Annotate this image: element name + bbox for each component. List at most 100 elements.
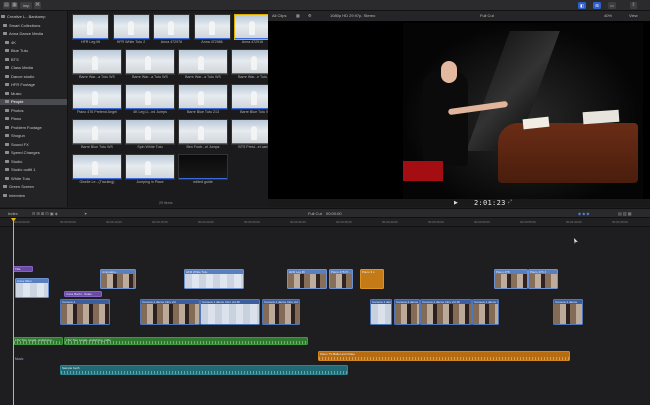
timeline-clip[interactable]: Camera 1 dance Intro: [472, 299, 499, 325]
clip-label: Anna 472986: [201, 40, 223, 44]
import-button[interactable]: Imp: [20, 2, 32, 9]
view-inspector-button[interactable]: ▭: [608, 2, 616, 9]
view-timeline-button[interactable]: ⊞: [593, 2, 601, 9]
filmstrip: [554, 304, 582, 324]
browser-clip[interactable]: Barre Blue Tutu WS: [72, 119, 122, 150]
timeline-clip[interactable]: Camera 1 dance Intro vid 4K: [420, 299, 472, 325]
clip-label: Barre War...a Tutu WS: [132, 75, 168, 79]
browser-clip[interactable]: Giselle Le...(Tracking): [72, 154, 122, 185]
timeline-clip[interactable]: Piano 476 Pr...: [329, 269, 353, 289]
timeline-ruler[interactable]: 00:00:00:00 00:00:05:00 00:00:10:00 00:00:1…: [0, 218, 650, 227]
share-icon[interactable]: ⇪: [630, 2, 637, 9]
sidebar-item[interactable]: Dance studio: [0, 74, 67, 80]
timecode-display[interactable]: 2:01:23: [474, 199, 506, 207]
timeline-clip[interactable]: Camera 1: [60, 299, 110, 325]
timeline-clip[interactable]: Piano 3 s: [360, 269, 384, 289]
browser-clip[interactable]: Barre War...a Tutu WS: [178, 49, 228, 80]
clip-thumbnail: [72, 49, 122, 75]
sidebar-item-label: Creative L...Bankamp: [7, 14, 46, 19]
zoom-menu[interactable]: 40%: [604, 11, 612, 21]
timeline-clip[interactable]: Camera 4 dance: [394, 299, 420, 325]
sidebar-item[interactable]: Problem Footage: [0, 125, 67, 131]
browser-clip[interactable]: Barre Blue Tutu 213: [178, 84, 228, 115]
sidebar-item[interactable]: People: [0, 99, 67, 105]
sidebar-item-label: Class Media: [11, 65, 34, 70]
clip-label: Anna 472916: [241, 40, 264, 44]
timeline-clip[interactable]: Camera 1 dance Intro vid: [140, 299, 200, 325]
timeline[interactable]: Title Anna Wam Amputatio... HFR White Tutu H…: [0, 227, 650, 405]
filmstrip: [263, 304, 299, 324]
sidebar-item[interactable]: Sound FX: [0, 142, 67, 148]
timeline-clip[interactable]: Piano 476 J: [528, 269, 558, 289]
timeline-clip[interactable]: Camera 1 dance: [553, 299, 583, 325]
sidebar-item[interactable]: BTS: [0, 57, 67, 63]
timeline-clip[interactable]: HFR White Tutu: [184, 269, 244, 289]
timeline-clip[interactable]: Camera 1 dance Intro vid 4K: [200, 299, 260, 325]
ruler-tick-label: 00:00:30:00: [290, 220, 306, 224]
play-icon[interactable]: ▶: [454, 200, 458, 206]
folder-icon: [5, 66, 9, 70]
clip-label: Anna 472976: [160, 40, 183, 44]
timeline-clip[interactable]: Anna Rochi - Scale: [64, 291, 102, 297]
browser-clip[interactable]: edited guide: [178, 154, 228, 185]
sidebar-item[interactable]: Photos: [0, 108, 67, 114]
sidebar-item[interactable]: Class Media: [0, 65, 67, 71]
playhead[interactable]: [13, 218, 14, 405]
view-browser-button[interactable]: ◧: [578, 2, 586, 9]
browser-clip[interactable]: Piano 476 Pretend Angel: [72, 84, 122, 115]
timeline-clip[interactable]: LSV Tom Lingel- underlying ...: [13, 337, 63, 345]
browser-clip[interactable]: HFR White Tutu 2: [112, 14, 150, 45]
sidebar-item[interactable]: Studio: [0, 159, 67, 165]
timeline-clip[interactable]: Camera 1 dance Intro vid 4K: [262, 299, 300, 325]
timeline-clip[interactable]: Amputatio...: [100, 269, 136, 289]
timeline-clip[interactable]: Anna Wam: [15, 278, 49, 298]
clip-settings-icon[interactable]: ⚙: [308, 11, 312, 21]
clip-usage-bar: [113, 37, 149, 39]
browser-clip[interactable]: Anna 472916: [234, 14, 271, 45]
ruler-tick-label: 00:01:05:00: [612, 220, 628, 224]
sidebar-item[interactable]: Smart Collections: [0, 23, 67, 29]
photos-icon[interactable]: ▦: [11, 2, 18, 9]
sidebar-item[interactable]: Piano: [0, 116, 67, 122]
viewer[interactable]: [268, 21, 650, 199]
browser-clip[interactable]: Ben Footr...el Jumps: [178, 119, 228, 150]
browser-clip[interactable]: Barre War...a Tutu WS: [125, 49, 175, 80]
all-clips-menu[interactable]: All Clips: [272, 11, 286, 21]
clip-usage-bar: [179, 177, 227, 179]
browser-clip[interactable]: 4K Leg Li...nd Jumps: [125, 84, 175, 115]
sidebar-item[interactable]: White Tutu: [0, 175, 67, 182]
browser-clip[interactable]: Barre War...a Tutu WS: [72, 49, 122, 80]
timeline-clip[interactable]: Title: [13, 266, 33, 272]
keyword-icon[interactable]: ⌘: [34, 2, 41, 9]
timeline-clip[interactable]: Sample footh: [60, 365, 348, 375]
library-toggle-icon[interactable]: ▤: [3, 2, 10, 9]
timeline-clip[interactable]: Camera 1 dance Intro: [370, 299, 392, 325]
clip-thumbnail: [178, 154, 228, 180]
browser-clip[interactable]: Spin White Tutu: [125, 119, 175, 150]
sidebar-item[interactable]: Music: [0, 91, 67, 97]
timeline-clip[interactable]: Piano TV-Ballet and Video: [318, 351, 570, 361]
sidebar-item[interactable]: Blue Tutu: [0, 48, 67, 54]
browser-clip[interactable]: HFR Leg lift: [72, 14, 109, 45]
browser-clip[interactable]: Anna 472986: [193, 14, 231, 45]
sidebar-item[interactable]: Interview: [0, 193, 67, 199]
sidebar-item[interactable]: HFR Footage: [0, 82, 67, 88]
browser-clip[interactable]: Anna 472976: [153, 14, 190, 45]
sidebar-item[interactable]: Studio outfit 1: [0, 167, 67, 173]
audio-waveform: [61, 371, 347, 374]
clip-label: Barre War...a Tutu WS: [79, 75, 115, 79]
sidebar-item[interactable]: 4K: [0, 40, 67, 46]
grid-icon[interactable]: ▦: [296, 11, 300, 21]
timeline-clip[interactable]: LSV Tom Lingel- underlying_indie: [64, 337, 308, 345]
sidebar-item[interactable]: Shogun: [0, 133, 67, 139]
fullscreen-icon[interactable]: ⤢: [508, 199, 512, 205]
sidebar-item-label: White Tutu: [11, 175, 31, 181]
sidebar-item[interactable]: Speed Changes: [0, 150, 67, 156]
sidebar-item[interactable]: Anna Dance Media: [0, 31, 67, 37]
sidebar-item[interactable]: Creative L...Bankamp: [0, 14, 67, 20]
timeline-clip[interactable]: Piano 478: [494, 269, 528, 289]
browser-clip[interactable]: Jumping in Place: [125, 154, 175, 185]
timeline-clip[interactable]: HFR Leg lift: [287, 269, 327, 289]
sidebar-item[interactable]: Green Screen: [0, 184, 67, 190]
view-menu[interactable]: View: [629, 11, 638, 21]
